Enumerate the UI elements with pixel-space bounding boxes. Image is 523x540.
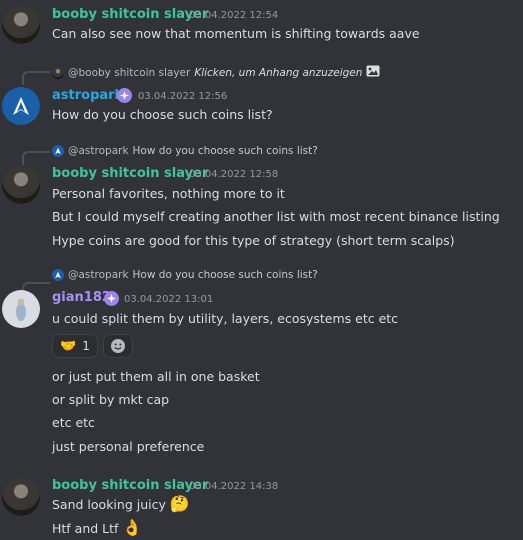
timestamp: 03.04.2022 14:38 — [189, 481, 279, 492]
reply-preview[interactable]: @astropark How do you choose such coins … — [52, 269, 318, 281]
reply-text: How do you choose such coins list? — [132, 145, 318, 157]
reply-mention: @astropark — [68, 145, 129, 157]
message-text: Htf and Ltf — [52, 521, 119, 536]
message-text: How do you choose such coins list? — [52, 107, 273, 122]
message-text: But I could myself creating another list… — [52, 209, 500, 224]
avatar-booby[interactable] — [2, 6, 40, 44]
nitro-badge-icon — [117, 88, 132, 103]
nitro-badge-icon — [104, 291, 119, 306]
avatar-astropark[interactable] — [2, 87, 40, 125]
timestamp: 03.04.2022 12:56 — [138, 91, 228, 102]
author-name[interactable]: gian182 — [52, 290, 111, 305]
thinking-emoji: 🤔 — [169, 494, 190, 513]
ok-hand-emoji: 👌 — [122, 518, 143, 537]
message-text: Can also see now that momentum is shifti… — [52, 26, 420, 41]
reply-text: Klicken, um Anhang anzuzeigen — [194, 66, 363, 79]
author-name[interactable]: astropark — [52, 88, 123, 103]
reply-avatar — [52, 145, 64, 157]
author-name[interactable]: booby shitcoin slayer — [52, 166, 208, 181]
author-name[interactable]: booby shitcoin slayer — [52, 7, 208, 22]
timestamp: 03.04.2022 12:54 — [189, 10, 279, 21]
message-text: or just put them all in one basket — [52, 369, 260, 384]
author-name[interactable]: booby shitcoin slayer — [52, 478, 208, 493]
handshake-emoji: 🤝 — [60, 338, 77, 354]
avatar-figure-icon — [16, 298, 26, 321]
reply-avatar — [52, 66, 64, 79]
message-text: Personal favorites, nothing more to it — [52, 186, 285, 201]
reply-preview[interactable]: @booby shitcoin slayer Klicken, um Anhan… — [52, 65, 380, 80]
reaction-count: 1 — [82, 339, 90, 353]
reply-connector — [22, 71, 50, 85]
image-icon — [366, 65, 380, 80]
reply-avatar — [52, 269, 64, 281]
message-text: or split by mkt cap — [52, 392, 170, 407]
message-text: Sand looking juicy — [52, 497, 166, 512]
reply-mention: @astropark — [68, 269, 129, 281]
reply-text: How do you choose such coins list? — [132, 269, 318, 281]
avatar-gian182[interactable] — [2, 290, 40, 328]
add-reaction-icon — [111, 339, 125, 353]
avatar-booby[interactable] — [2, 166, 40, 204]
message-line: Htf and Ltf 👌 — [52, 518, 143, 537]
reply-preview[interactable]: @astropark How do you choose such coins … — [52, 145, 318, 157]
reaction-handshake[interactable]: 🤝 1 — [52, 334, 98, 358]
add-reaction-button[interactable] — [103, 334, 133, 358]
timestamp: 03.04.2022 13:01 — [124, 294, 214, 305]
timestamp: 03.04.2022 12:58 — [189, 169, 279, 180]
avatar-booby[interactable] — [2, 478, 40, 516]
rocket-logo-icon — [13, 97, 29, 115]
reply-mention: @booby shitcoin slayer — [68, 66, 191, 79]
reply-connector — [22, 151, 50, 165]
message-text: etc etc — [52, 415, 95, 430]
message-text: Hype coins are good for this type of str… — [52, 233, 455, 248]
message-text: u could split them by utility, layers, e… — [52, 311, 399, 326]
message-text: just personal preference — [52, 439, 205, 454]
message-line: Sand looking juicy 🤔 — [52, 494, 190, 513]
